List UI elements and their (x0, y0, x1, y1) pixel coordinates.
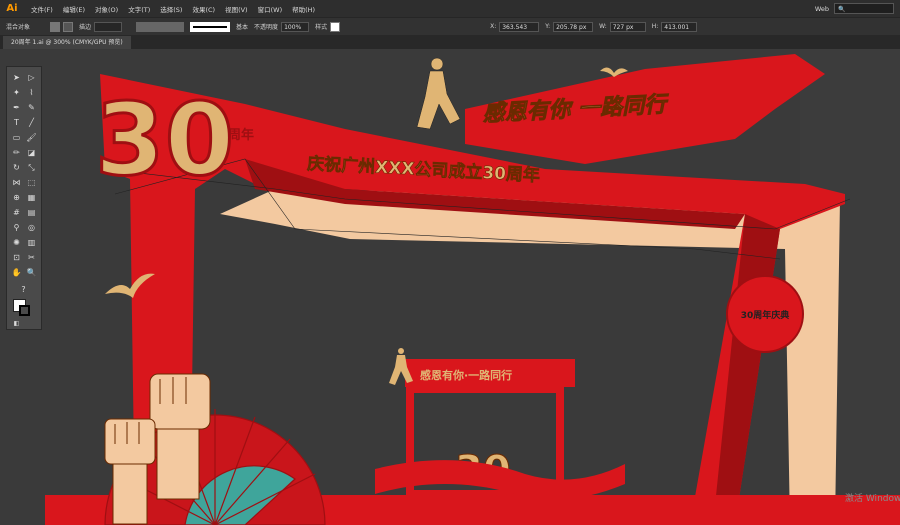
direct-selection-tool-icon[interactable]: ▷ (25, 71, 38, 84)
menu-select[interactable]: 选择(S) (155, 4, 187, 14)
document-tabbar: 20周年 1.ai @ 300% (CMYK/GPU 预览) (0, 35, 900, 49)
search-input[interactable]: 🔍 (834, 3, 894, 14)
rectangle-tool-icon[interactable]: ▭ (10, 131, 23, 144)
rotate-tool-icon[interactable]: ↻ (10, 161, 23, 174)
eyedropper-tool-icon[interactable]: ⚲ (10, 221, 23, 234)
document-tab[interactable]: 20周年 1.ai @ 300% (CMYK/GPU 预览) (3, 36, 131, 49)
circle-medallion-text: 30周年庆典 (741, 309, 790, 321)
stroke-swatch[interactable] (63, 21, 74, 32)
hand-tool-icon[interactable]: ✋ (10, 266, 23, 279)
windows-activation-watermark: 激活 Windows (845, 492, 900, 504)
small-sign-slogan: 感恩有你·一路同行 (420, 368, 512, 382)
mesh-tool-icon[interactable]: # (10, 206, 23, 219)
w-label: W: (599, 23, 607, 30)
line-tool-icon[interactable]: ╱ (25, 116, 38, 129)
y-field[interactable]: 205.78 px (553, 21, 594, 32)
graphic-style-swatch[interactable] (330, 21, 341, 32)
fill-swatch[interactable] (50, 21, 61, 32)
opacity-field[interactable]: 100% (281, 21, 310, 32)
x-label: X: (490, 23, 497, 30)
artboard-tool-icon[interactable]: ⊡ (10, 251, 23, 264)
x-field[interactable]: 363.543 (499, 21, 540, 32)
draw-mode-icon[interactable]: ◧ (10, 317, 23, 330)
menu-help[interactable]: 帮助(H) (287, 4, 320, 14)
style-label: 样式 (315, 24, 328, 31)
variable-width-profile[interactable] (136, 21, 185, 32)
curvature-tool-icon[interactable]: ✎ (25, 101, 38, 114)
menu-file[interactable]: 文件(F) (26, 4, 58, 14)
slice-tool-icon[interactable]: ✂ (25, 251, 38, 264)
y-label: Y: (545, 23, 551, 30)
selection-type-label: 混合对象 (6, 24, 31, 31)
app-logo: Ai (6, 2, 18, 14)
workspace-switcher[interactable]: Web (810, 5, 834, 13)
stroke-label: 描边 (79, 24, 92, 31)
shape-builder-tool-icon[interactable]: ⊕ (10, 191, 23, 204)
width-tool-icon[interactable]: ⋈ (10, 176, 23, 189)
lasso-tool-icon[interactable]: ⌇ (25, 86, 38, 99)
control-bar: 混合对象 描边 基本 不透明度 100% 样式 X: 363.543 Y: 20… (0, 17, 900, 36)
blend-tool-icon[interactable]: ◎ (25, 221, 38, 234)
menu-window[interactable]: 窗口(W) (253, 4, 288, 14)
symbol-sprayer-tool-icon[interactable]: ✺ (10, 236, 23, 249)
perspective-grid-tool-icon[interactable]: ▦ (25, 191, 38, 204)
shaper-tool-icon[interactable]: ✏ (10, 146, 23, 159)
menu-view[interactable]: 视图(V) (220, 4, 253, 14)
h-label: H: (651, 23, 659, 30)
menu-effect[interactable]: 效果(C) (187, 4, 220, 14)
stroke-color-icon[interactable] (19, 305, 30, 316)
menu-bar: Ai 文件(F) 编辑(E) 对象(O) 文字(T) 选择(S) 效果(C) 视… (0, 0, 900, 17)
gradient-tool-icon[interactable]: ▤ (25, 206, 38, 219)
help-icon[interactable]: ? (17, 283, 30, 296)
brush-name: 基本 (236, 24, 249, 31)
opacity-label: 不透明度 (254, 24, 279, 31)
paintbrush-tool-icon[interactable]: 🖌 (25, 131, 38, 144)
selection-tool-icon[interactable]: ➤ (10, 71, 23, 84)
magic-wand-tool-icon[interactable]: ✦ (10, 86, 23, 99)
artboard-canvas[interactable]: 30 周年 感恩有你 一路同行 庆祝广州XXX公司成立30周年 30周年庆典 感… (45, 49, 900, 525)
h-field[interactable]: 413.001 (661, 21, 698, 32)
column-graph-tool-icon[interactable]: ▥ (25, 236, 38, 249)
menu-type[interactable]: 文字(T) (123, 4, 155, 14)
big-30-number: 30 (95, 81, 234, 198)
scale-tool-icon[interactable]: ⤡ (25, 161, 38, 174)
anniversary-badge: 周年 (228, 127, 254, 143)
free-transform-tool-icon[interactable]: ⬚ (25, 176, 38, 189)
type-tool-icon[interactable]: T (10, 116, 23, 129)
pen-tool-icon[interactable]: ✒ (10, 101, 23, 114)
eraser-tool-icon[interactable]: ◪ (25, 146, 38, 159)
brush-preview[interactable] (190, 21, 231, 32)
menu-edit[interactable]: 编辑(E) (58, 4, 90, 14)
tools-panel: ➤ ▷ ✦ ⌇ ✒ ✎ T ╱ ▭ 🖌 ✏ ◪ ↻ ⤡ ⋈ ⬚ ⊕ ▦ # ▤ … (6, 66, 42, 330)
w-field[interactable]: 727 px (609, 21, 646, 32)
zoom-tool-icon[interactable]: 🔍 (25, 266, 38, 279)
stroke-weight-field[interactable] (94, 21, 123, 32)
menu-object[interactable]: 对象(O) (90, 4, 123, 14)
